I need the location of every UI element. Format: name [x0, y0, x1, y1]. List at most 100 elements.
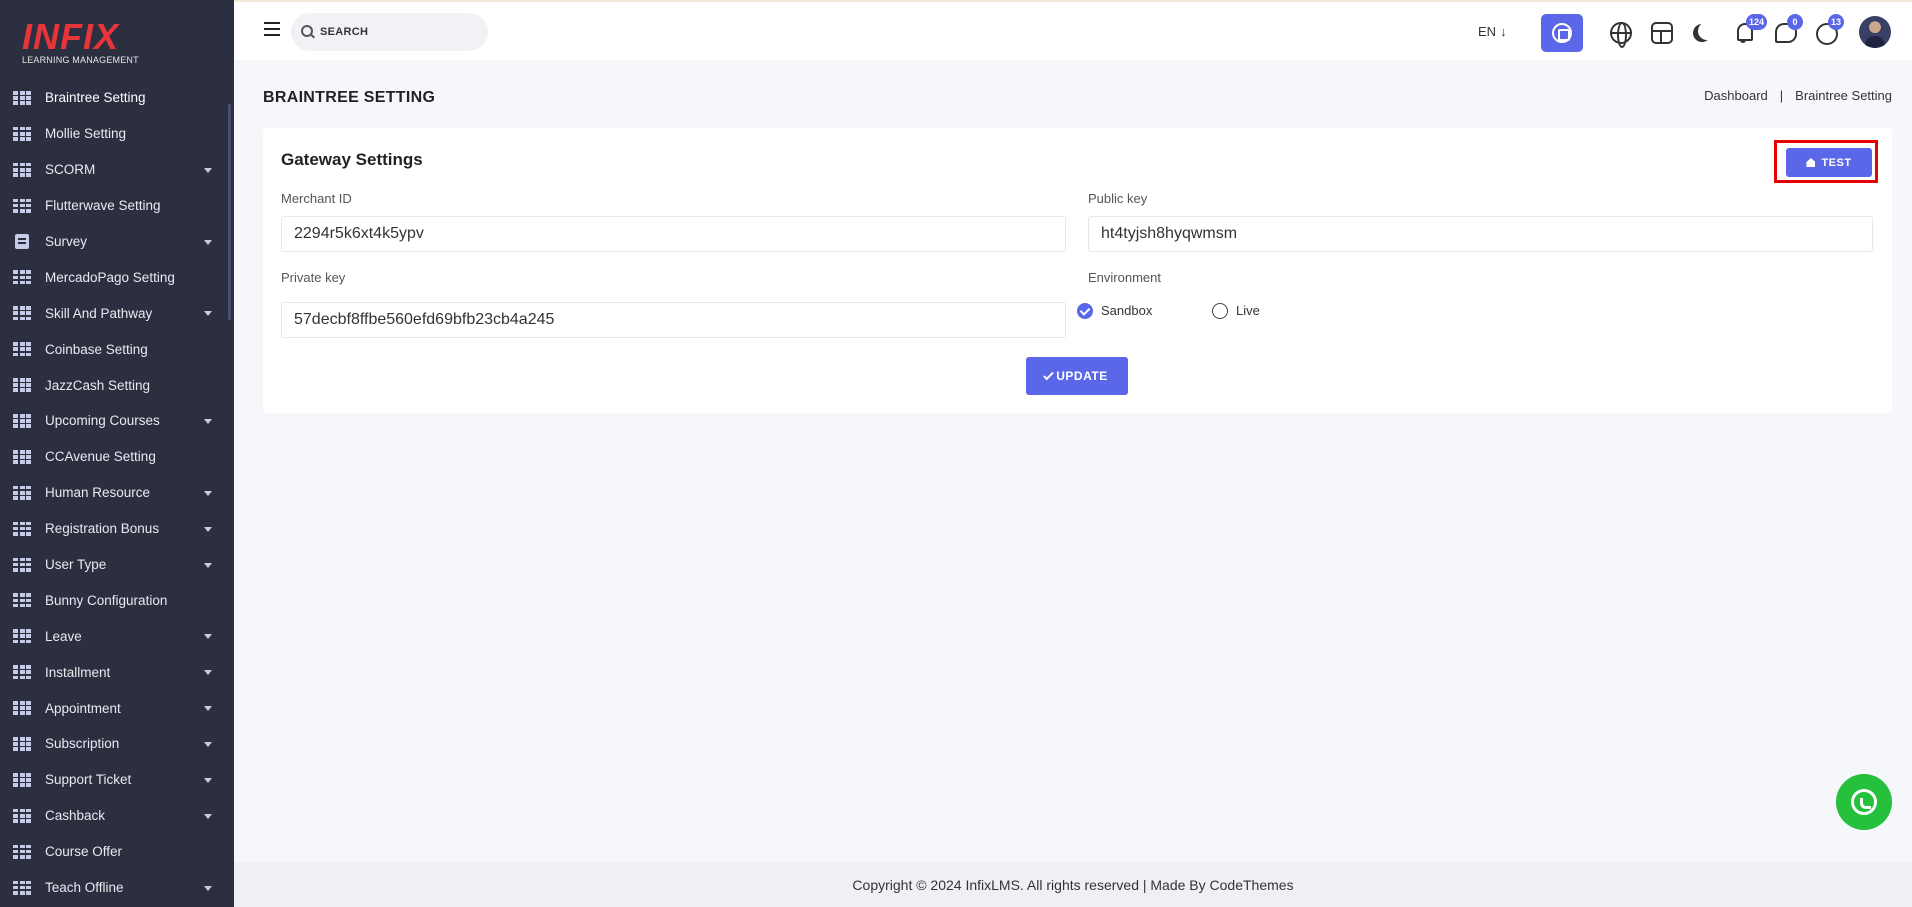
notification-badge: 124: [1746, 14, 1768, 30]
grid-icon: [13, 306, 31, 321]
gateway-settings-card: Gateway Settings TEST Merchant ID Public…: [263, 128, 1892, 413]
grid-icon: [13, 880, 31, 895]
sidebar-item-subscription[interactable]: Subscription: [0, 726, 234, 762]
sidebar-item-cashback[interactable]: Cashback: [0, 798, 234, 834]
grid-icon: [13, 593, 31, 608]
sidebar-item-label: SCORM: [45, 162, 96, 178]
sidebar-item-bunny-configuration[interactable]: Bunny Configuration: [0, 582, 234, 618]
grid-icon: [13, 665, 31, 680]
chevron-down-icon[interactable]: [204, 777, 212, 783]
language-arrow-icon: ↓: [1500, 24, 1507, 39]
messages-icon[interactable]: 0: [1775, 14, 1803, 44]
chevron-down-icon[interactable]: [204, 670, 212, 676]
sidebar-item-label: Braintree Setting: [45, 90, 146, 106]
sidebar-item-ccavenue-setting[interactable]: CCAvenue Setting: [0, 439, 234, 475]
search-input[interactable]: [320, 26, 470, 38]
chevron-down-icon[interactable]: [204, 562, 212, 568]
logo-subtitle: LEARNING MANAGEMENT: [22, 55, 139, 65]
layout-icon[interactable]: [1651, 22, 1673, 44]
logo[interactable]: INFIX LEARNING MANAGEMENT: [0, 0, 234, 80]
whatsapp-float-button[interactable]: [1836, 774, 1892, 830]
breadcrumb: Dashboard | Braintree Setting: [1704, 88, 1892, 103]
sidebar-item-label: JazzCash Setting: [45, 377, 151, 393]
sidebar: INFIX LEARNING MANAGEMENT Braintree Sett…: [0, 0, 234, 907]
sidebar-item-support-ticket[interactable]: Support Ticket: [0, 762, 234, 798]
sidebar-item-user-type[interactable]: User Type: [0, 547, 234, 583]
chevron-down-icon[interactable]: [204, 634, 212, 640]
grid-icon: [13, 521, 31, 536]
document-icon: [15, 234, 29, 249]
language-label: EN: [1478, 24, 1497, 39]
sidebar-item-installment[interactable]: Installment: [0, 654, 234, 690]
sidebar-item-label: MercadoPago Setting: [45, 269, 175, 285]
sidebar-item-survey[interactable]: Survey: [0, 224, 234, 260]
sidebar-item-mollie-setting[interactable]: Mollie Setting: [0, 116, 234, 152]
sidebar-item-coinbase-setting[interactable]: Coinbase Setting: [0, 331, 234, 367]
private-key-label: Private key: [281, 270, 346, 285]
sandbox-label[interactable]: Sandbox: [1101, 303, 1152, 318]
chevron-down-icon[interactable]: [204, 526, 212, 532]
chip-button[interactable]: [1541, 14, 1583, 52]
sidebar-item-teach-offline[interactable]: Teach Offline: [0, 870, 234, 906]
sidebar-item-mercadopago-setting[interactable]: MercadoPago Setting: [0, 259, 234, 295]
chevron-down-icon[interactable]: [204, 167, 212, 173]
sidebar-item-scorm[interactable]: SCORM: [0, 152, 234, 188]
sidebar-item-registration-bonus[interactable]: Registration Bonus: [0, 511, 234, 547]
chevron-down-icon[interactable]: [204, 311, 212, 317]
sidebar-item-flutterwave-setting[interactable]: Flutterwave Setting: [0, 188, 234, 224]
chip-icon: [1552, 23, 1572, 43]
user-avatar[interactable]: [1859, 16, 1891, 48]
public-key-input[interactable]: [1088, 216, 1873, 252]
sidebar-item-jazzcash-setting[interactable]: JazzCash Setting: [0, 367, 234, 403]
chevron-down-icon[interactable]: [204, 706, 212, 712]
update-button[interactable]: UPDATE: [1026, 357, 1128, 395]
sidebar-item-label: Support Ticket: [45, 772, 132, 788]
sidebar-item-label: Registration Bonus: [45, 521, 160, 537]
grid-icon: [13, 413, 31, 428]
sidebar-item-course-offer[interactable]: Course Offer: [0, 834, 234, 870]
dark-mode-moon-icon[interactable]: [1698, 22, 1716, 40]
chevron-down-icon[interactable]: [204, 419, 212, 425]
merchant-id-input[interactable]: [281, 216, 1066, 252]
sidebar-item-label: Teach Offline: [45, 880, 124, 896]
grid-icon: [13, 557, 31, 572]
test-button-label: TEST: [1821, 156, 1852, 169]
live-label[interactable]: Live: [1236, 303, 1260, 318]
sidebar-item-human-resource[interactable]: Human Resource: [0, 475, 234, 511]
sidebar-item-braintree-setting[interactable]: Braintree Setting: [0, 80, 234, 116]
logo-text: INFIX: [22, 16, 120, 57]
sidebar-item-skill-and-pathway[interactable]: Skill And Pathway: [0, 295, 234, 331]
sidebar-item-leave[interactable]: Leave: [0, 618, 234, 654]
chevron-down-icon[interactable]: [204, 239, 212, 245]
breadcrumb-current: Braintree Setting: [1795, 88, 1892, 103]
chevron-down-icon[interactable]: [204, 813, 212, 819]
notification-bell-icon[interactable]: 124: [1734, 14, 1768, 44]
language-selector[interactable]: EN ↓: [1478, 24, 1507, 39]
sidebar-item-appointment[interactable]: Appointment: [0, 690, 234, 726]
whatsapp-icon[interactable]: 13: [1816, 14, 1845, 45]
chevron-down-icon[interactable]: [204, 490, 212, 496]
messages-badge: 0: [1787, 14, 1803, 30]
grid-icon: [13, 808, 31, 823]
sidebar-item-upcoming-courses[interactable]: Upcoming Courses: [0, 403, 234, 439]
globe-icon[interactable]: [1610, 22, 1632, 48]
check-icon: [1043, 369, 1055, 380]
grid-icon: [13, 162, 31, 177]
environment-label: Environment: [1088, 270, 1161, 285]
sandbox-radio[interactable]: [1077, 303, 1093, 319]
sidebar-item-label: Leave: [45, 628, 82, 644]
grid-icon: [13, 449, 31, 464]
chevron-down-icon[interactable]: [204, 885, 212, 891]
sidebar-item-label: Appointment: [45, 700, 121, 716]
test-button[interactable]: TEST: [1786, 148, 1872, 177]
sidebar-item-label: Upcoming Courses: [45, 413, 160, 429]
sidebar-item-label: Installment: [45, 664, 111, 680]
search-icon: [301, 25, 315, 39]
private-key-input[interactable]: [281, 302, 1066, 338]
breadcrumb-dashboard[interactable]: Dashboard: [1704, 88, 1768, 103]
live-radio[interactable]: [1212, 303, 1228, 319]
chevron-down-icon[interactable]: [204, 742, 212, 748]
menu-toggle-icon[interactable]: [264, 22, 280, 36]
sidebar-item-label: Bunny Configuration: [45, 592, 168, 608]
grid-icon: [13, 485, 31, 500]
